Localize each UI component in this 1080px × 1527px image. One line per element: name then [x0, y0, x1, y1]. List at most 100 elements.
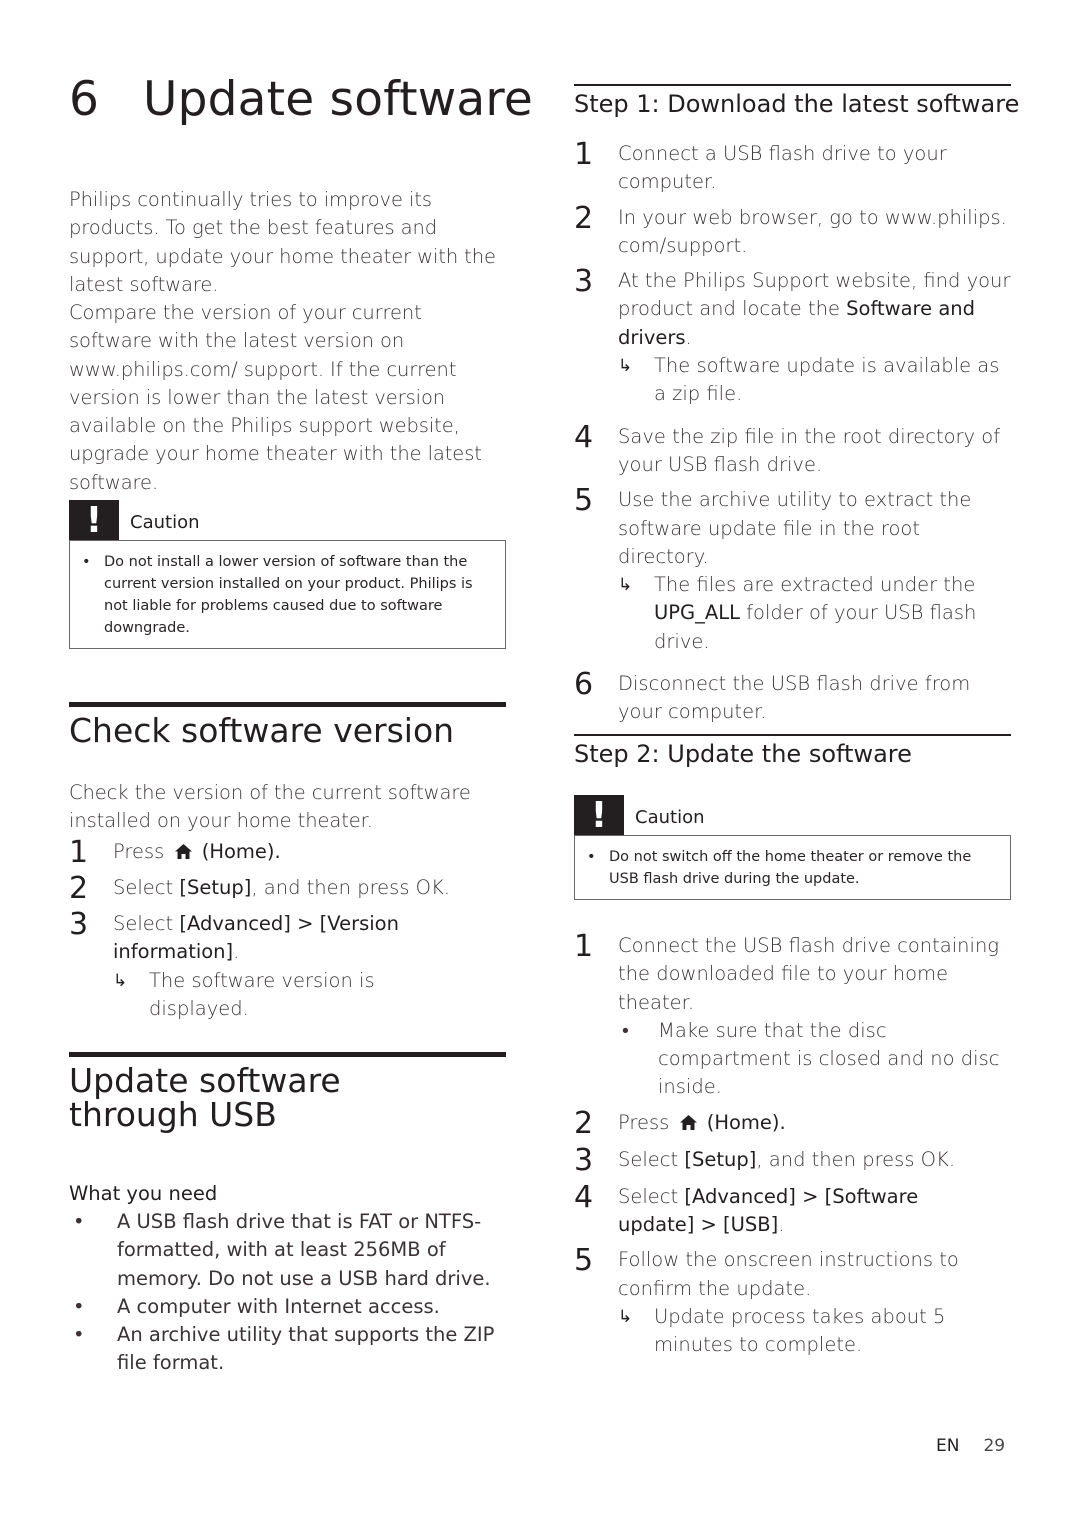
- step-text: Connect the USB flash drive containing t…: [618, 934, 1000, 1014]
- step-item: 2 Select [Setup], and then press OK.: [69, 874, 506, 904]
- step-result: ↳ The software update is available as a …: [618, 352, 1011, 409]
- step-divider: [574, 734, 1011, 736]
- intro-paragraph-2: Compare the version of your current soft…: [69, 301, 482, 494]
- result-text: Update process takes about 5 minutes to …: [654, 1304, 946, 1357]
- caution-box: ! Caution • Do not install a lower versi…: [69, 500, 506, 649]
- page-number: 29: [983, 1436, 1006, 1456]
- step-text: , and then press OK.: [251, 876, 451, 899]
- step-number: 4: [574, 419, 594, 455]
- step-divider: [574, 84, 1011, 86]
- step-text: Select: [113, 876, 174, 899]
- list-item: • A USB flash drive that is FAT or NTFS-f…: [69, 1208, 506, 1293]
- list-item: • A computer with Internet access.: [69, 1293, 506, 1321]
- sub-bullet-text: Make sure that the disc compartment is c…: [658, 1018, 1000, 1099]
- step-number: 1: [69, 835, 89, 870]
- step-highlight: [Setup]: [684, 1147, 757, 1171]
- step-result: ↳ Update process takes about 5 minutes t…: [618, 1303, 1011, 1360]
- step-text: Press: [113, 840, 165, 863]
- step1-list: 1 Connect a USB flash drive to your comp…: [574, 140, 1011, 727]
- chapter-title-text: Update software: [143, 72, 533, 127]
- step-text: Disconnect the USB flash drive from your…: [618, 672, 971, 724]
- step-number: 4: [574, 1179, 594, 1215]
- result-text: The files are extracted under the: [654, 573, 976, 597]
- step-text: Press: [618, 1110, 670, 1134]
- requirements-list: • A USB flash drive that is FAT or NTFS-f…: [69, 1208, 506, 1378]
- what-you-need-heading: What you need: [69, 1182, 218, 1205]
- caution-box: ! Caution • Do not switch off the home t…: [574, 795, 1011, 900]
- step2-list: 1 Connect the USB flash drive containing…: [574, 932, 1011, 1360]
- step-number: 3: [574, 264, 594, 300]
- step-text: Select: [113, 912, 174, 935]
- step-item: 5 Follow the onscreen instructions to co…: [574, 1246, 1011, 1359]
- bullet-icon: •: [73, 1210, 85, 1233]
- language-code: EN: [936, 1436, 960, 1456]
- step-item: 6 Disconnect the USB flash drive from yo…: [574, 670, 1011, 727]
- result-arrow-icon: ↳: [618, 575, 633, 596]
- list-item-text: A computer with Internet access.: [117, 1294, 440, 1318]
- step-text: .: [778, 1213, 785, 1237]
- step-text: In your web browser, go to www.philips. …: [618, 205, 1007, 257]
- step-item: 2 In your web browser, go to www.philips…: [574, 200, 1011, 261]
- check-version-intro: Check the version of the current softwar…: [69, 781, 471, 833]
- caution-body: • Do not switch off the home theater or …: [574, 835, 1011, 900]
- step-item: 1 Press (Home).: [69, 838, 506, 868]
- step-item: 5 Use the archive utility to extract the…: [574, 486, 1011, 656]
- step-item: 3 Select [Advanced] > [Version informati…: [69, 909, 506, 1024]
- caution-label: Caution: [130, 512, 200, 533]
- caution-body: • Do not install a lower version of soft…: [69, 540, 506, 649]
- step-text: , and then press OK.: [756, 1147, 956, 1171]
- step-item: 4 Select [Advanced] > [Software update] …: [574, 1179, 1011, 1240]
- caution-header: ! Caution: [574, 795, 1011, 836]
- bullet-icon: •: [587, 849, 596, 865]
- caution-text: Do not install a lower version of softwa…: [104, 554, 473, 636]
- caution-label: Caution: [635, 807, 705, 828]
- chapter-title: 6 Update software: [69, 72, 533, 127]
- step-text: Select: [618, 1184, 679, 1208]
- intro-paragraph-1: Philips continually tries to improve its…: [69, 188, 496, 296]
- step-text: .: [233, 940, 240, 964]
- list-item: • An archive utility that supports the ZI…: [69, 1321, 506, 1378]
- step2-title: Step 2: Update the software: [574, 740, 912, 768]
- step-number: 6: [574, 667, 594, 703]
- step-text: Follow the onscreen instructions to conf…: [618, 1248, 959, 1300]
- caution-header: ! Caution: [69, 500, 506, 541]
- step-highlight: (Home).: [706, 1110, 786, 1134]
- section-divider: [69, 1052, 506, 1057]
- step-number: 5: [574, 1243, 594, 1279]
- step-number: 2: [574, 200, 594, 236]
- exclamation-icon: !: [574, 795, 624, 836]
- result-arrow-icon: ↳: [113, 970, 128, 991]
- step-item: 1 Connect the USB flash drive containing…: [574, 932, 1011, 1102]
- bullet-icon: •: [73, 1294, 85, 1318]
- bullet-icon: •: [73, 1323, 85, 1347]
- result-arrow-icon: ↳: [618, 356, 633, 377]
- chapter-number: 6: [69, 72, 100, 127]
- bullet-icon: •: [82, 554, 91, 570]
- step-text: Use the archive utility to extract the s…: [618, 488, 972, 568]
- result-text: The software update is available as a zi…: [654, 354, 1000, 406]
- exclamation-icon: !: [69, 500, 119, 541]
- caution-text: Do not switch off the home theater or re…: [609, 849, 972, 887]
- section-divider: [69, 702, 506, 707]
- home-icon: [174, 844, 192, 859]
- step-result: ↳ The software version is displayed.: [113, 967, 443, 1024]
- step-item: 3 Select [Setup], and then press OK.: [574, 1145, 1011, 1176]
- step-text: Connect a USB flash drive to your comput…: [618, 142, 947, 194]
- section-title-usb-update: Update software through USB: [69, 1061, 341, 1134]
- step-text: Save the zip file in the root directory …: [618, 424, 1001, 476]
- step1-title: Step 1: Download the latest software: [574, 90, 1020, 118]
- folder-name: UPG_ALL: [654, 601, 740, 625]
- list-item-text: An archive utility that supports the ZIP…: [117, 1323, 495, 1375]
- result-arrow-icon: ↳: [618, 1306, 633, 1327]
- step-number: 1: [574, 137, 594, 172]
- step-number: 1: [574, 929, 594, 964]
- step-item: 4 Save the zip file in the root director…: [574, 419, 1011, 480]
- step-text: .: [685, 325, 692, 349]
- step-number: 2: [69, 871, 89, 906]
- step-text: Select: [618, 1147, 679, 1171]
- step-item: 2 Press (Home).: [574, 1108, 1011, 1139]
- step-highlight: [Setup]: [179, 876, 252, 899]
- page-footer: EN 29: [936, 1436, 1005, 1456]
- step-highlight: (Home).: [201, 840, 281, 863]
- sub-bullet: • Make sure that the disc compartment is…: [618, 1017, 1011, 1102]
